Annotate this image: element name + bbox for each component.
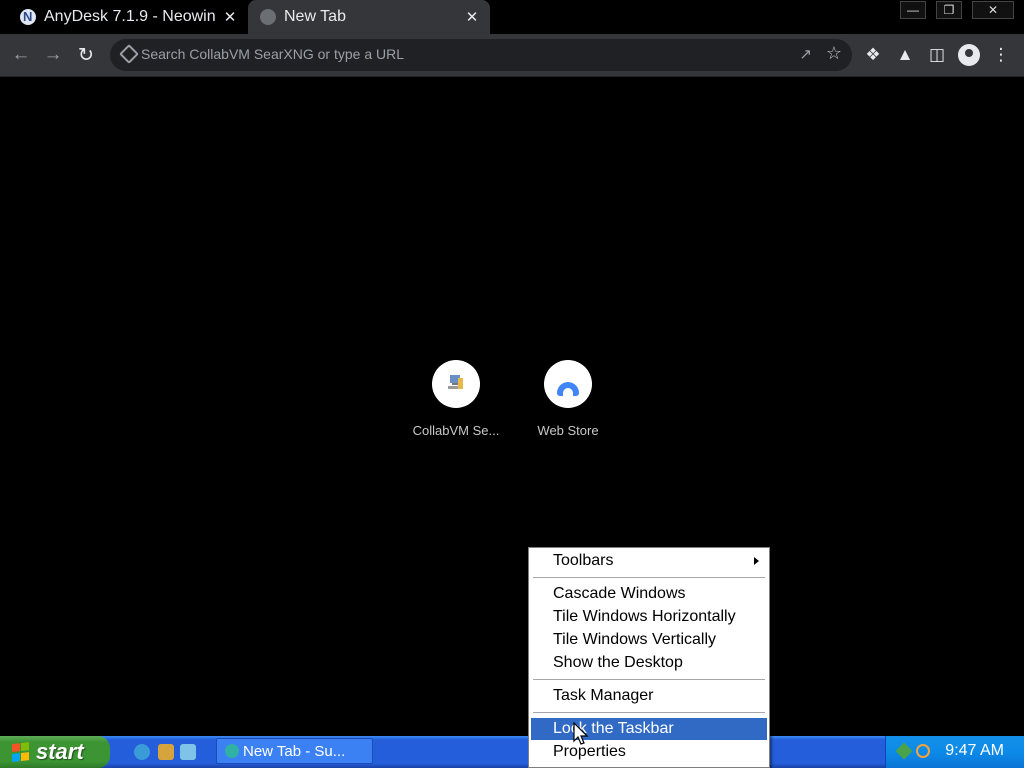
tab-title: AnyDesk 7.1.9 - Neowin [44, 8, 216, 25]
menu-item-show-desktop[interactable]: Show the Desktop [531, 652, 767, 674]
submenu-arrow-icon [754, 557, 759, 565]
shortcut-collabvm[interactable]: CollabVM Se... [406, 360, 506, 438]
shortcut-label: CollabVM Se... [412, 423, 500, 438]
tab-title: New Tab [284, 8, 346, 25]
mouse-cursor-icon [573, 722, 589, 745]
browser-icon[interactable] [180, 744, 196, 760]
taskbar-context-menu: Toolbars Cascade Windows Tile Windows Ho… [528, 547, 770, 768]
globe-favicon-icon [260, 9, 276, 25]
taskbar-button-new-tab[interactable]: New Tab - Su... [216, 738, 373, 764]
menu-item-tile-vertically[interactable]: Tile Windows Vertically [531, 629, 767, 651]
menu-item-lock-taskbar[interactable]: Lock the Taskbar [531, 718, 767, 740]
menu-item-label: Toolbars [553, 552, 614, 569]
search-tray-icon[interactable] [916, 744, 930, 758]
restore-button[interactable]: ❐ [936, 1, 962, 19]
share-icon[interactable]: ↗ [799, 45, 812, 63]
menu-item-toolbars[interactable]: Toolbars [531, 550, 767, 572]
address-bar[interactable]: Search CollabVM SearXNG or type a URL ↗ … [110, 39, 852, 71]
menu-separator [533, 577, 765, 579]
browser-toolbar: ← → ↻ Search CollabVM SearXNG or type a … [0, 34, 1024, 77]
tab-strip: AnyDesk 7.1.9 - Neowin ✕ New Tab ✕ — ❐ ✕ [0, 0, 1024, 34]
media-icon[interactable] [158, 744, 174, 760]
menu-item-properties[interactable]: Properties [531, 741, 767, 763]
menu-item-tile-horizontally[interactable]: Tile Windows Horizontally [531, 606, 767, 628]
profile-icon[interactable] [958, 44, 980, 66]
tab-anydesk[interactable]: AnyDesk 7.1.9 - Neowin ✕ [8, 0, 248, 34]
side-panel-icon[interactable]: ◫ [926, 44, 948, 66]
menu-item-cascade-windows[interactable]: Cascade Windows [531, 583, 767, 605]
taskbar: start New Tab - Su... 9:47 AM [0, 736, 1024, 768]
menu-separator [533, 712, 765, 714]
extensions-icon[interactable]: ❖ [862, 44, 884, 66]
internet-explorer-icon[interactable] [134, 744, 150, 760]
tab-new-tab[interactable]: New Tab ✕ [248, 0, 490, 34]
shortcut-web-store[interactable]: Web Store [518, 360, 618, 438]
tab-close-icon[interactable]: ✕ [462, 8, 482, 26]
address-bar-placeholder: Search CollabVM SearXNG or type a URL [141, 46, 404, 62]
labs-icon[interactable]: ▲ [894, 44, 916, 66]
bookmark-star-icon[interactable]: ☆ [826, 43, 842, 64]
reload-icon[interactable]: ↻ [74, 43, 98, 67]
network-icon[interactable] [895, 742, 913, 760]
forward-icon[interactable]: → [41, 43, 65, 67]
menu-icon[interactable]: ⋮ [990, 44, 1012, 66]
chrome-icon [225, 744, 239, 758]
search-engine-icon [119, 44, 139, 64]
start-button[interactable]: start [0, 736, 110, 768]
back-icon[interactable]: ← [9, 43, 33, 67]
system-tray: 9:47 AM [885, 736, 1024, 768]
start-label: start [36, 739, 84, 764]
windows-logo-icon [12, 742, 30, 762]
taskbar-button-label: New Tab - Su... [243, 742, 346, 760]
collabvm-icon [432, 360, 480, 408]
window-controls: — ❐ ✕ [900, 0, 1024, 19]
minimize-button[interactable]: — [900, 1, 926, 19]
close-window-button[interactable]: ✕ [972, 1, 1014, 19]
menu-separator [533, 679, 765, 681]
neowin-favicon-icon [20, 9, 36, 25]
shortcut-label: Web Store [537, 423, 599, 438]
tab-close-icon[interactable]: ✕ [220, 8, 240, 26]
menu-item-task-manager[interactable]: Task Manager [531, 685, 767, 707]
webstore-icon [544, 360, 592, 408]
clock[interactable]: 9:47 AM [945, 742, 1004, 760]
